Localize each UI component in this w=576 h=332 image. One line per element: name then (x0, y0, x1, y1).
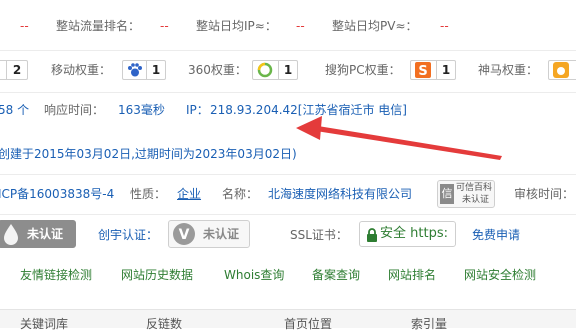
response-time-label: 响应时间： (44, 103, 105, 117)
sogou-weight-value: 1 (436, 61, 455, 79)
cert-badge-1[interactable]: 未认证 (0, 220, 76, 248)
server-row: 58 个 响应时间： 163毫秒 IP： 218.93.204.42[江苏省宿迁… (0, 94, 576, 128)
mobile-weight-label: 移动权重： (51, 63, 112, 77)
svg-text:S: S (418, 64, 427, 79)
link-site-rank[interactable]: 网站排名 (388, 267, 436, 283)
shenma-weight-label: 神马权重： (478, 63, 539, 77)
verified-v-icon: V (173, 223, 195, 245)
traffic-value: -- (20, 19, 29, 33)
domain-date-text: 创建于2015年03月02日,过期时间为2023年03月02日) (0, 147, 297, 161)
trusted-wiki-icon: 信 (440, 184, 454, 204)
traffic-rank-label: 整站流量排名： (56, 19, 141, 33)
ssl-label: SSL证书： (290, 228, 348, 242)
review-time-label: 审核时间： (514, 187, 575, 201)
table-header-home-position: 首页位置 (284, 317, 333, 331)
free-apply-link[interactable]: 免费申请 (472, 227, 520, 243)
table-header-index: 索引量 (411, 317, 448, 331)
weight-row: 2 移动权重： 1 360权重： 1 搜狗PC权重： S 1 神马权重： (0, 52, 576, 86)
divider (0, 50, 576, 51)
daily-ip-label: 整站日均IP≈： (196, 19, 277, 33)
traffic-rank-value: -- (160, 19, 169, 33)
link-whois[interactable]: Whois查询 (224, 267, 284, 283)
creative-cert-label: 创宇认证： (98, 228, 159, 242)
360-weight-value: 1 (278, 61, 297, 79)
link-security-check[interactable]: 网站安全检测 (464, 267, 536, 283)
company-name-value[interactable]: 北海速度网络科技有限公司 (268, 186, 412, 202)
baidu-weight-value: 2 (6, 61, 27, 79)
shenma-weight-badge[interactable] (548, 60, 576, 80)
daily-ip-value: -- (296, 19, 305, 33)
trusted-wiki-status: 未认证 (462, 195, 490, 205)
cert-badge-2[interactable]: V 未认证 (168, 220, 250, 248)
certification-row: 未认证 创宇认证： V 未认证 SSL证书： 安全 https: 免费申请 (0, 216, 576, 250)
sogou-weight-label: 搜狗PC权重： (325, 63, 401, 77)
sogou-weight-badge[interactable]: S 1 (410, 60, 456, 80)
daily-pv-value: -- (440, 19, 449, 33)
paw-icon (128, 63, 142, 77)
360-weight-label: 360权重： (188, 63, 247, 77)
ssl-secure-button[interactable]: 安全 https: (359, 221, 456, 247)
table-header-keywords: 关键词库 (20, 317, 69, 331)
mobile-weight-value: 1 (146, 61, 165, 79)
divider (0, 92, 576, 93)
cert-badge-1-text: 未认证 (27, 227, 64, 241)
mobile-weight-badge[interactable]: 1 (122, 60, 166, 80)
traffic-row: -- 整站流量排名： -- 整站日均IP≈： -- 整站日均PV≈： -- (0, 8, 576, 42)
cert-badge-2-text: 未认证 (203, 227, 240, 241)
ip-label: IP： (186, 103, 209, 117)
ssl-secure-text: 安全 https: (380, 226, 448, 241)
divider (0, 214, 576, 215)
link-icp-query[interactable]: 备案查询 (312, 267, 360, 283)
icp-row: ICP备16003838号-4 性质： 企业 名称： 北海速度网络科技有限公司 … (0, 176, 576, 210)
domain-date-row: 创建于2015年03月02日,过期时间为2023年03月02日) (0, 136, 576, 170)
tools-links-row: 友情链接检测 网站历史数据 Whois查询 备案查询 网站排名 网站安全检测 (0, 258, 576, 292)
nature-value: 企业 (177, 187, 202, 201)
shield-drop-icon (4, 224, 18, 245)
sogou-logo-icon: S (415, 62, 431, 79)
response-time-value: 163毫秒 (118, 103, 165, 117)
trusted-wiki-badge[interactable]: 信 可信百科 未认证 (437, 180, 495, 208)
link-friend-check[interactable]: 友情链接检测 (20, 267, 92, 283)
360-logo-icon (257, 62, 273, 78)
table-header: 关键词库 反链数 首页位置 索引量 (0, 309, 576, 331)
360-weight-badge[interactable]: 1 (252, 60, 298, 80)
nature-label: 性质： (130, 187, 167, 201)
company-name-label: 名称： (222, 187, 259, 201)
divider (0, 174, 576, 175)
link-history-data[interactable]: 网站历史数据 (121, 267, 193, 283)
daily-pv-label: 整站日均PV≈： (332, 19, 418, 33)
shenma-logo-icon (553, 62, 569, 78)
svg-text:V: V (179, 227, 190, 243)
page-count[interactable]: 58 个 (0, 102, 29, 118)
icp-value[interactable]: ICP备16003838号-4 (0, 186, 114, 202)
ip-value[interactable]: 218.93.204.42[江苏省宿迁市 电信] (210, 102, 407, 118)
baidu-weight-badge[interactable]: 2 (0, 60, 28, 80)
lock-icon (367, 228, 377, 242)
trusted-wiki-title: 可信百科 (456, 183, 493, 193)
table-header-backlinks: 反链数 (146, 317, 183, 331)
